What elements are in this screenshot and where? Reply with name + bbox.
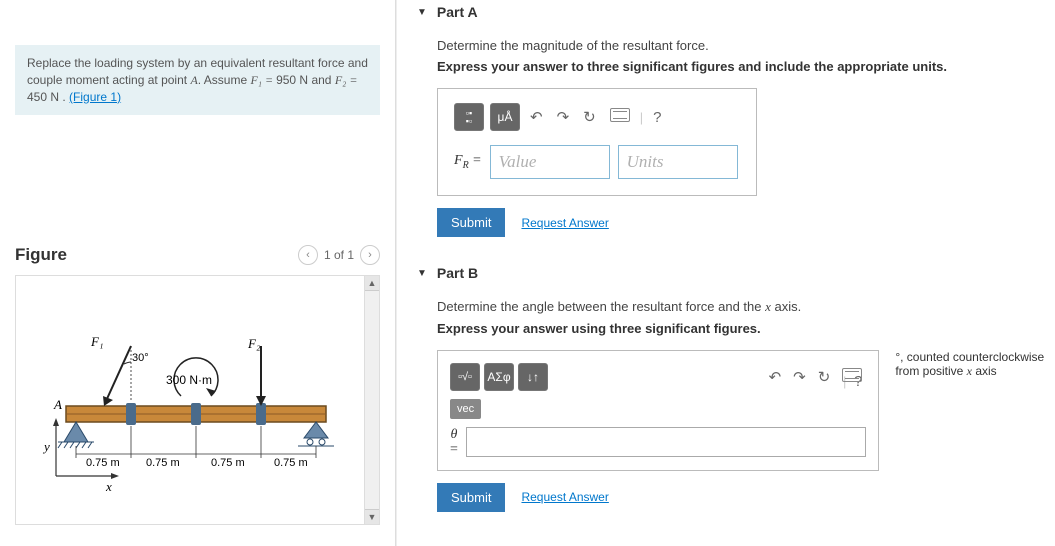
part-a-toolbar: ▫▪▪▫ μÅ ↶ ↷ ↻ | ? xyxy=(454,103,740,131)
keyboard-b-icon[interactable] xyxy=(838,368,866,386)
theta-label: θ= xyxy=(450,427,458,458)
templates-button[interactable]: ▫▪▪▫ xyxy=(454,103,484,131)
caret-down-icon: ▼ xyxy=(417,7,427,18)
figure-scrollbar[interactable]: ▲ ▼ xyxy=(364,276,379,524)
part-b-header[interactable]: ▼ Part B xyxy=(417,261,1045,285)
figure-heading: Figure xyxy=(15,245,67,265)
redo-button[interactable]: ↷ xyxy=(553,108,574,126)
figure-container: ▲ ▼ y x xyxy=(15,275,380,525)
fr-label: FR = xyxy=(454,153,482,171)
f1-label: F₁ xyxy=(90,334,103,349)
figure-counter: 1 of 1 xyxy=(324,248,354,262)
part-b: ▼ Part B Determine the angle between the… xyxy=(417,261,1045,518)
part-a-answer-panel: ▫▪▪▫ μÅ ↶ ↷ ↻ | ? FR = xyxy=(437,88,757,196)
figure-nav: ‹ 1 of 1 › xyxy=(298,245,380,265)
moment-label: 300 N·m xyxy=(166,373,212,387)
help-button[interactable]: ? xyxy=(649,109,665,126)
part-a-instruction-2: Express your answer to three significant… xyxy=(437,59,1045,74)
problem-statement: Replace the loading system by an equival… xyxy=(15,45,380,115)
vec-button[interactable]: vec xyxy=(450,399,481,419)
value-input[interactable] xyxy=(490,145,610,179)
part-b-answer-panel: ▫√▫ ΑΣφ ↓↑ ↶ ↷ ↻ vec | ? θ= xyxy=(437,350,879,471)
figure-link[interactable]: (Figure 1) xyxy=(69,90,121,104)
redo-b-button[interactable]: ↷ xyxy=(789,368,810,386)
figure-prev-button[interactable]: ‹ xyxy=(298,245,318,265)
scroll-down-icon[interactable]: ▼ xyxy=(365,509,379,524)
part-a-header[interactable]: ▼ Part A xyxy=(417,0,1045,24)
right-panel: ▼ Part A Determine the magnitude of the … xyxy=(397,0,1055,546)
templates2-button[interactable]: ▫√▫ xyxy=(450,363,480,391)
x-axis-label: x xyxy=(105,479,112,494)
point-a-label: A xyxy=(53,397,62,412)
left-panel: Replace the loading system by an equival… xyxy=(0,0,395,546)
symbols-button[interactable]: ΑΣφ xyxy=(484,363,514,391)
dim-1: 0.75 m xyxy=(86,457,120,469)
part-a: ▼ Part A Determine the magnitude of the … xyxy=(417,0,1045,243)
caret-down-icon: ▼ xyxy=(417,268,427,279)
reset-b-button[interactable]: ↻ xyxy=(814,368,835,386)
dim-4: 0.75 m xyxy=(274,457,308,469)
keyboard-icon[interactable] xyxy=(606,108,634,126)
part-b-submit-button[interactable]: Submit xyxy=(437,483,505,512)
part-b-instruction-2: Express your answer using three signific… xyxy=(437,321,1045,336)
units-input[interactable] xyxy=(618,145,738,179)
figure-diagram: y x xyxy=(16,276,379,509)
part-b-toolbar: ▫√▫ ΑΣφ ↓↑ ↶ ↷ ↻ xyxy=(450,363,866,391)
part-a-instruction-1: Determine the magnitude of the resultant… xyxy=(437,38,1045,53)
part-b-suffix: °, counted counterclockwise from positiv… xyxy=(887,350,1045,379)
theta-input[interactable] xyxy=(466,427,866,457)
part-a-request-answer-link[interactable]: Request Answer xyxy=(521,216,608,230)
part-a-input-row: FR = xyxy=(454,145,740,179)
dim-2: 0.75 m xyxy=(146,457,180,469)
scroll-up-icon[interactable]: ▲ xyxy=(365,276,379,291)
part-b-request-answer-link[interactable]: Request Answer xyxy=(521,490,608,504)
part-a-title: Part A xyxy=(437,4,478,20)
part-b-instruction-1: Determine the angle between the resultan… xyxy=(437,299,1045,315)
units-button[interactable]: μÅ xyxy=(490,103,520,131)
undo-button[interactable]: ↶ xyxy=(526,108,547,126)
reset-button[interactable]: ↻ xyxy=(579,108,600,126)
figure-next-button[interactable]: › xyxy=(360,245,380,265)
undo-b-button[interactable]: ↶ xyxy=(765,368,786,386)
part-b-title: Part B xyxy=(437,265,478,281)
dim-3: 0.75 m xyxy=(211,457,245,469)
angle-label: 30° xyxy=(132,352,149,364)
part-a-submit-button[interactable]: Submit xyxy=(437,208,505,237)
y-axis-label: y xyxy=(42,439,50,454)
subscript-button[interactable]: ↓↑ xyxy=(518,363,548,391)
f2-label: F₂ xyxy=(247,336,261,351)
